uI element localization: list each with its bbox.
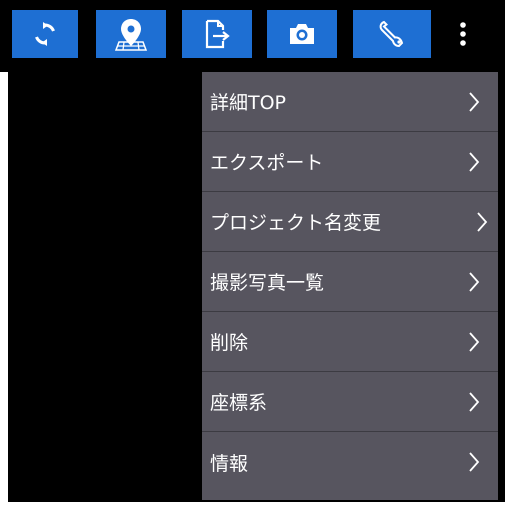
overflow-menu: 詳細TOP エクスポート プロジェクト名変更 撮影写真一覧 削除 座標系 情報 [202,72,498,500]
sync-button[interactable] [12,10,78,58]
wrench-icon [379,20,404,48]
toolbar [0,0,505,72]
menu-item-label: 撮影写真一覧 [210,272,325,294]
map-pin-button[interactable] [96,10,166,58]
map-pin-icon [114,19,148,51]
menu-item-label: 詳細TOP [210,92,287,114]
menu-item-rename-project[interactable]: プロジェクト名変更 [202,192,498,252]
chevron-right-icon [477,211,488,232]
menu-item-label: プロジェクト名変更 [210,212,382,234]
chevron-right-icon [469,91,480,112]
chevron-right-icon [469,452,480,472]
more-vertical-icon [460,22,466,46]
menu-item-label: 座標系 [210,392,268,414]
camera-button[interactable] [267,10,337,58]
more-menu-button[interactable] [446,10,480,58]
chevron-right-icon [469,151,480,172]
chevron-right-icon [469,331,480,352]
content-left-margin [0,72,8,502]
menu-item-info[interactable]: 情報 [202,432,498,492]
settings-button[interactable] [353,10,431,58]
camera-icon [290,24,314,44]
menu-item-coordinate-system[interactable]: 座標系 [202,372,498,432]
sync-icon [35,22,55,46]
app-window: 詳細TOP エクスポート プロジェクト名変更 撮影写真一覧 削除 座標系 情報 [0,0,505,508]
chevron-right-icon [469,271,480,292]
export-file-icon [205,19,230,49]
menu-item-export[interactable]: エクスポート [202,132,498,192]
menu-item-delete[interactable]: 削除 [202,312,498,372]
menu-item-detail-top[interactable]: 詳細TOP [202,72,498,132]
chevron-right-icon [469,391,480,412]
menu-item-photo-list[interactable]: 撮影写真一覧 [202,252,498,312]
menu-item-label: 削除 [210,332,249,354]
menu-item-label: エクスポート [210,152,324,174]
export-button[interactable] [182,10,252,58]
menu-item-label: 情報 [210,452,249,475]
